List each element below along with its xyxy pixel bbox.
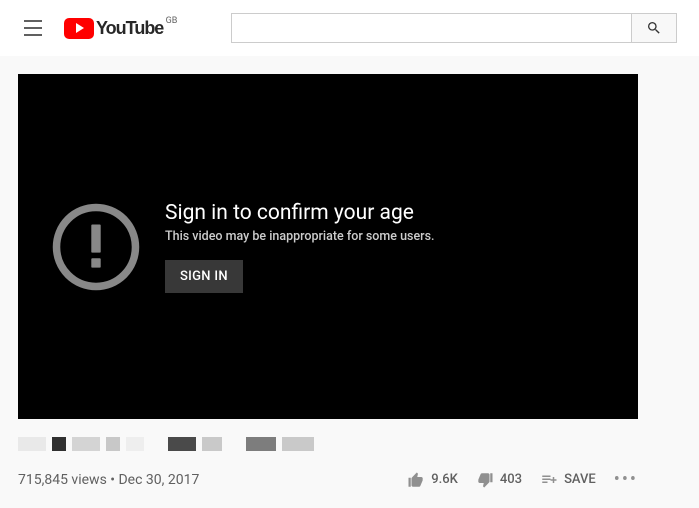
like-button[interactable]: 9.6K xyxy=(407,471,458,489)
search-form xyxy=(231,13,677,43)
playlist-add-icon xyxy=(540,471,558,489)
video-player: Sign in to confirm your age This video m… xyxy=(18,74,638,419)
more-actions-button[interactable]: ••• xyxy=(614,469,638,490)
age-gate-subtext: This video may be inappropriate for some… xyxy=(165,229,434,244)
menu-icon[interactable] xyxy=(16,8,56,48)
sign-in-button[interactable]: SIGN IN xyxy=(165,260,243,293)
publish-date: Dec 30, 2017 xyxy=(118,472,199,488)
country-code: GB xyxy=(166,16,178,26)
logo-text: YouTube xyxy=(96,18,163,39)
video-title-redacted xyxy=(18,437,681,451)
warning-icon xyxy=(49,200,143,294)
video-meta-row: 715,845 views • Dec 30, 2017 9.6K 403 SA… xyxy=(18,469,638,490)
masthead: YouTube GB xyxy=(0,0,699,56)
thumbs-up-icon xyxy=(407,471,425,489)
age-gate-heading: Sign in to confirm your age xyxy=(165,201,434,225)
view-count-date: 715,845 views • Dec 30, 2017 xyxy=(18,472,407,488)
save-button[interactable]: SAVE xyxy=(540,471,596,489)
search-input[interactable] xyxy=(231,13,631,43)
save-label: SAVE xyxy=(564,472,596,487)
search-button[interactable] xyxy=(631,13,677,43)
play-icon xyxy=(64,18,94,39)
youtube-logo[interactable]: YouTube GB xyxy=(64,18,163,39)
like-count: 9.6K xyxy=(431,472,458,487)
search-icon xyxy=(646,20,662,36)
age-gate: Sign in to confirm your age This video m… xyxy=(49,200,607,294)
view-count: 715,845 views xyxy=(18,472,107,488)
dislike-button[interactable]: 403 xyxy=(476,471,522,489)
thumbs-down-icon xyxy=(476,471,494,489)
dislike-count: 403 xyxy=(500,472,522,487)
watch-content: Sign in to confirm your age This video m… xyxy=(0,56,699,508)
